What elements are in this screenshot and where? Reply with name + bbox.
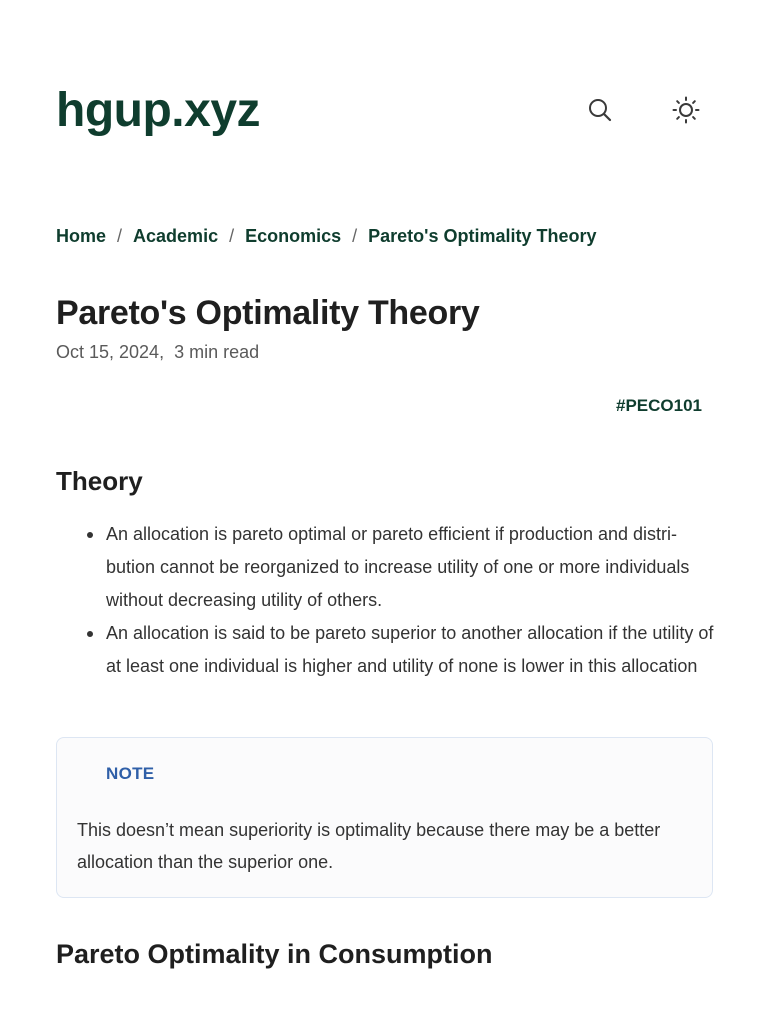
theory-bullet-list: An allocation is pareto optimal or paret… <box>56 518 716 683</box>
breadcrumb-separator: / <box>352 226 358 246</box>
note-text: This doesn’t mean superiority is optimal… <box>77 820 661 872</box>
section-heading-consumption: Pareto Optimality in Consumption <box>56 939 493 969</box>
breadcrumb-economics[interactable]: Economics <box>245 226 341 247</box>
post-meta: Oct 15, 20243 min read <box>56 342 259 363</box>
breadcrumb-separator: / <box>117 226 123 246</box>
sun-icon <box>672 96 700 124</box>
post-title: Pareto's Optimality Theory <box>56 294 480 332</box>
post-tag-link[interactable]: #PECO101 <box>616 396 702 416</box>
breadcrumb: Home / Academic / Economics / Pareto's O… <box>56 226 596 247</box>
page: hgup.xyz Home / Academic / Economics / P… <box>0 0 768 1024</box>
site-title-link[interactable]: hgup.xyz <box>56 83 261 138</box>
breadcrumb-home[interactable]: Home <box>56 226 106 247</box>
post-read-time: 3 min read <box>174 342 260 362</box>
site-header: hgup.xyz <box>56 82 712 138</box>
search-icon <box>589 99 612 122</box>
breadcrumb-current[interactable]: Pareto's Optimality Theory <box>368 226 596 247</box>
post-date: Oct 15, 2024 <box>56 342 174 362</box>
search-button[interactable] <box>582 92 618 128</box>
note-callout: NOTE This doesn’t mean superiority is op… <box>56 737 713 898</box>
list-item: An allocation is pareto optimal or paret… <box>56 518 716 617</box>
list-item: An allocation is said to be pareto super… <box>56 617 716 683</box>
header-actions <box>582 92 704 128</box>
theme-toggle-button[interactable] <box>668 92 704 128</box>
section-heading-theory: Theory <box>56 466 143 496</box>
breadcrumb-academic[interactable]: Academic <box>133 226 218 247</box>
note-label: NOTE <box>106 764 155 783</box>
breadcrumb-separator: / <box>229 226 235 246</box>
